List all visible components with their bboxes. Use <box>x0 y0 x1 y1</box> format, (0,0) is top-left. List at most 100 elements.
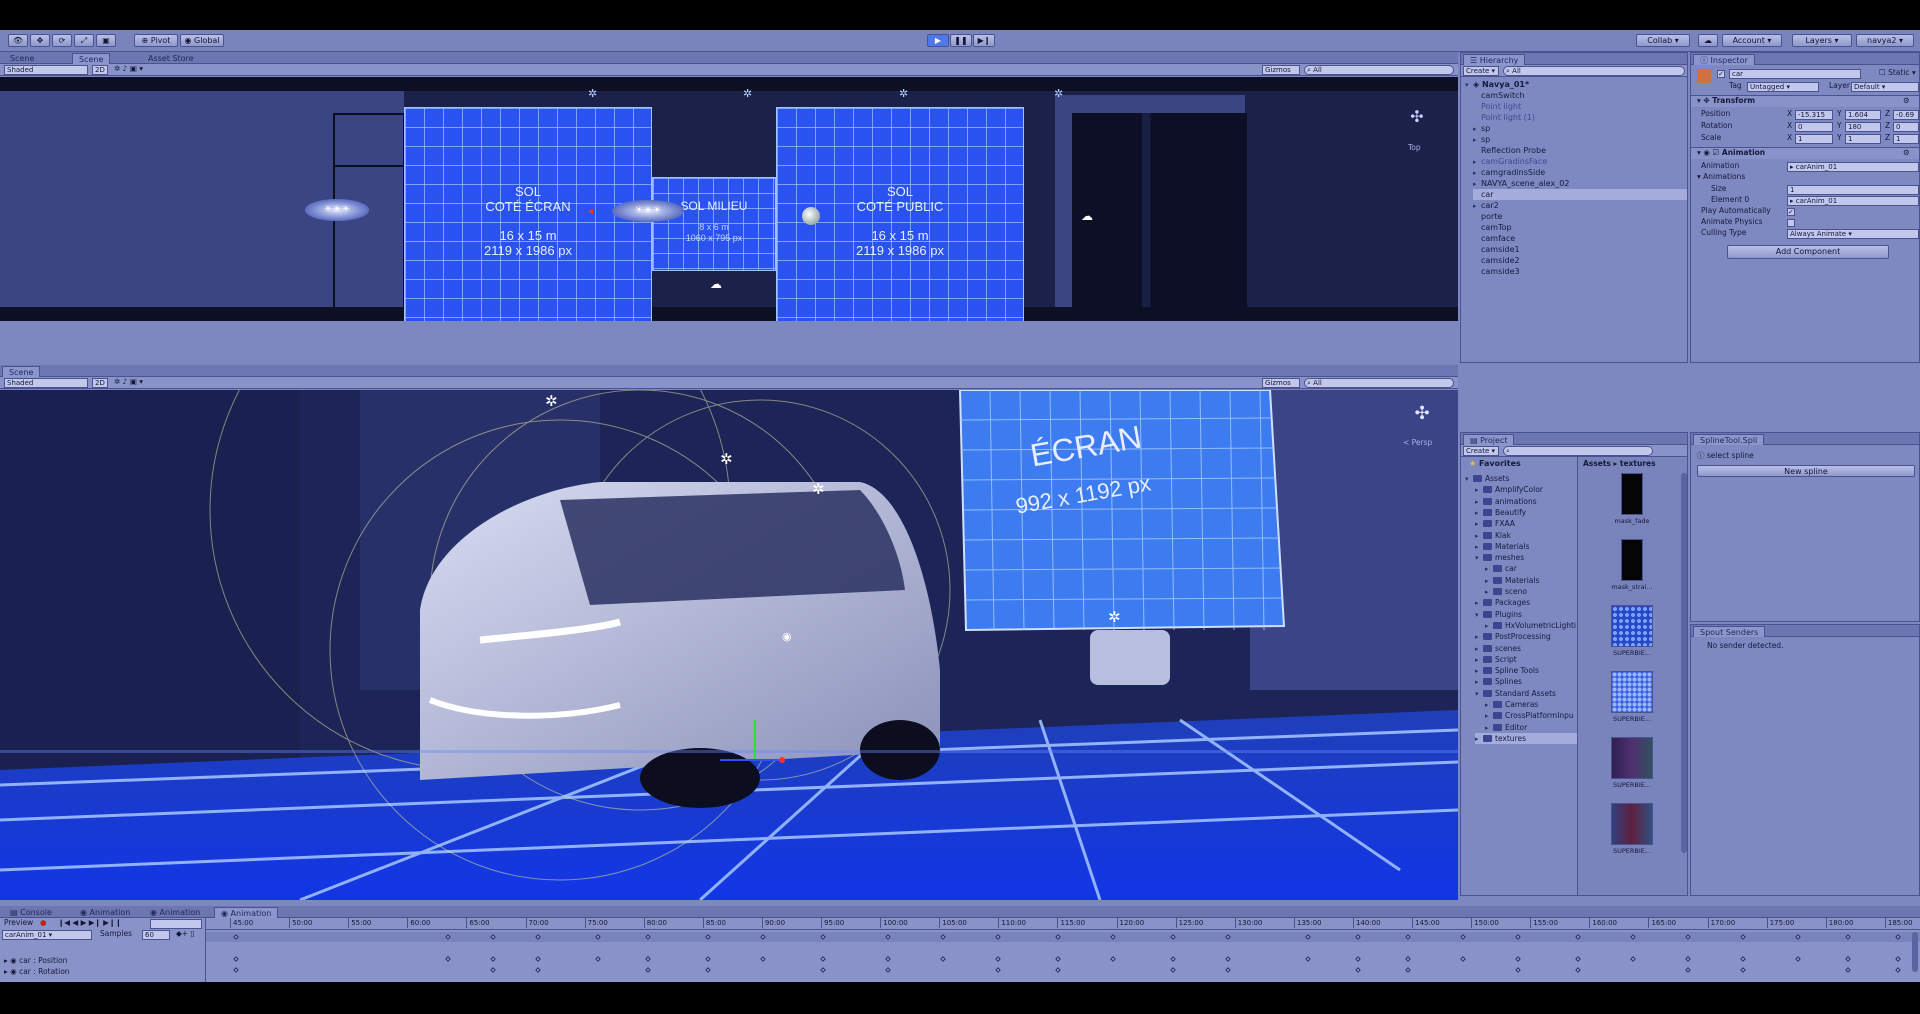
project-tree-item[interactable]: ▸ Packages <box>1475 597 1530 608</box>
bottom-shading-dropdown[interactable]: Shaded <box>4 378 88 388</box>
tab-animation-2[interactable]: ◉ Animation <box>144 907 206 918</box>
project-tree-item[interactable]: ▸ PostProcessing <box>1475 631 1551 642</box>
tab-scene-2[interactable]: Scene <box>72 53 111 64</box>
preview-toggle[interactable]: Preview <box>4 918 33 928</box>
project-tree-item[interactable]: ▾ Assets <box>1465 473 1509 484</box>
timeline-scrollbar[interactable] <box>1912 932 1918 972</box>
keyframe-diamond[interactable] <box>1225 956 1231 962</box>
active-checkbox[interactable]: ✓ <box>1717 70 1725 78</box>
frame-field[interactable] <box>150 919 202 929</box>
hierarchy-item[interactable]: ▸ camgradinsSide <box>1473 167 1687 178</box>
transform-arrow-icon[interactable]: ◂ <box>588 206 593 217</box>
project-tree-item[interactable]: ▾ Standard Assets <box>1475 688 1556 699</box>
pivot-toggle[interactable]: ⊕ Pivot <box>134 34 178 47</box>
project-tree-item[interactable]: ▸ Spline Tools <box>1475 665 1539 676</box>
keyframe-diamond[interactable] <box>705 967 711 973</box>
hierarchy-item[interactable]: Reflection Probe <box>1473 145 1687 156</box>
hierarchy-create-dropdown[interactable]: Create ▾ <box>1463 66 1499 76</box>
bottom-lighting-icon[interactable]: ✲ ♪ ▣ ▾ <box>114 377 143 387</box>
object-name-field[interactable]: car <box>1729 69 1861 79</box>
hierarchy-item[interactable]: ▸ NAVYA_scene_alex_02 <box>1473 178 1687 189</box>
top-lighting-icon[interactable]: ✲ ♪ ▣ ▾ <box>114 64 143 74</box>
top-gizmos-dropdown[interactable]: Gizmos <box>1262 65 1300 75</box>
tab-scene-1[interactable]: Scene <box>4 53 40 64</box>
hierarchy-item[interactable]: camSwitch <box>1473 90 1687 101</box>
bottom-scene-viewport[interactable]: ÉCRAN 992 x 1192 px ✲ ✲ ✲ ✲ ✲ ◉ ✣ < Pers… <box>0 390 1458 900</box>
project-breadcrumb[interactable]: Assets ▸ textures <box>1583 459 1656 469</box>
tag-dropdown[interactable]: Untagged ▾ <box>1747 82 1819 92</box>
bottom-2d-toggle[interactable]: 2D <box>92 378 108 388</box>
project-tree-item[interactable]: ▸ Splines <box>1475 676 1522 687</box>
project-search[interactable]: ⌕ <box>1503 446 1653 456</box>
hierarchy-item[interactable]: camside1 <box>1473 244 1687 255</box>
animations-label[interactable]: ▾ Animations <box>1697 172 1745 182</box>
tab-scene-bottom[interactable]: Scene <box>2 366 41 377</box>
hierarchy-item[interactable]: camside3 <box>1473 266 1687 277</box>
chevron-down-icon[interactable]: ▾ <box>1475 689 1483 700</box>
asset-thumbnail[interactable] <box>1621 473 1643 515</box>
anim-transport-buttons[interactable]: ❙◀ ◀ ▶ ▶❙ ▶❙❙ <box>58 918 122 928</box>
keyframe-diamond[interactable] <box>1405 967 1411 973</box>
project-tree-item[interactable]: ▸ Script <box>1475 654 1517 665</box>
keyframe-diamond[interactable] <box>885 956 891 962</box>
keyframe-diamond[interactable] <box>445 956 451 962</box>
size-field[interactable]: 1 <box>1787 185 1919 195</box>
rotation-y-field[interactable]: 180 <box>1845 122 1881 132</box>
project-tree-item[interactable]: ▸ car <box>1485 563 1517 574</box>
keyframe-diamond[interactable] <box>995 967 1001 973</box>
favorites-header[interactable]: ★ Favorites <box>1469 458 1521 469</box>
keyframe-diamond[interactable] <box>1795 956 1801 962</box>
hierarchy-item[interactable]: car <box>1473 189 1687 200</box>
tab-asset-store[interactable]: Asset Store <box>142 53 200 64</box>
rotation-z-field[interactable]: 0 <box>1893 122 1919 132</box>
light-gizmo-icon[interactable]: ✲ <box>1108 608 1121 626</box>
eye-gizmo-icon[interactable]: ◉ <box>782 630 792 643</box>
animate-physics-checkbox[interactable] <box>1787 219 1795 227</box>
hierarchy-item[interactable]: ▸ camGradinsFace <box>1473 156 1687 167</box>
record-button[interactable]: ● <box>40 918 47 928</box>
keyframe-diamond[interactable] <box>1110 956 1116 962</box>
keyframe-diamond[interactable] <box>1845 956 1851 962</box>
camera-gizmo-icon[interactable]: ☁ <box>710 277 722 291</box>
project-tree-item[interactable]: ▸ HxVolumetricLighti <box>1485 620 1576 631</box>
position-z-field[interactable]: -0.69 <box>1893 110 1919 120</box>
keyframe-diamond[interactable] <box>1460 956 1466 962</box>
light-gizmo-icon[interactable]: ✲ <box>720 450 733 468</box>
rotate-tool-button[interactable]: ⟳ <box>52 34 72 47</box>
expand-icon[interactable]: ▾ <box>1465 80 1473 91</box>
keyframe-diamond[interactable] <box>1055 956 1061 962</box>
tab-animation-1[interactable]: ◉ Animation <box>74 907 136 918</box>
asset-thumbnail[interactable] <box>1621 539 1643 581</box>
keyframe-diamond[interactable] <box>885 967 891 973</box>
rotation-x-field[interactable]: 0 <box>1795 122 1833 132</box>
hierarchy-item[interactable]: Point light (1) <box>1473 112 1687 123</box>
top-shading-dropdown[interactable]: Shaded <box>4 65 88 75</box>
asset-thumbnail[interactable] <box>1611 605 1653 647</box>
car2-top-gizmo[interactable]: ☀☀☀ <box>305 199 369 221</box>
light-gizmo-icon[interactable]: ✲ <box>1054 87 1063 100</box>
keyframe-diamond[interactable] <box>1575 956 1581 962</box>
bottom-orientation-gizmo[interactable]: ✣ <box>1400 396 1444 436</box>
light-gizmo-icon[interactable]: ✲ <box>743 87 752 100</box>
keyframe-diamond[interactable] <box>1895 956 1901 962</box>
keyframe-diamond[interactable] <box>1845 967 1851 973</box>
tab-spline-tool[interactable]: SplineTool.Spli <box>1693 434 1765 445</box>
keyframe-diamond[interactable] <box>820 967 826 973</box>
element0-field[interactable]: ▸ carAnim_01 <box>1787 196 1919 206</box>
keyframe-diamond[interactable] <box>233 967 239 973</box>
hierarchy-item[interactable]: porte <box>1473 211 1687 222</box>
project-tree-item[interactable]: ▸ Materials <box>1475 541 1529 552</box>
tab-animation-3[interactable]: ◉ Animation <box>214 907 279 918</box>
keyframe-diamond[interactable] <box>645 967 651 973</box>
add-component-button[interactable]: Add Component <box>1727 245 1889 259</box>
project-scrollbar[interactable] <box>1681 473 1687 853</box>
animation-settings-icon[interactable]: ⚙ <box>1903 148 1910 158</box>
static-checkbox[interactable]: ☐ Static ▾ <box>1879 68 1916 78</box>
step-button[interactable]: ▶❙ <box>973 34 995 47</box>
transform-settings-icon[interactable]: ⚙ <box>1903 96 1910 106</box>
asset-thumbnail[interactable] <box>1611 737 1653 779</box>
project-tree-item[interactable]: ▸ scenes <box>1475 643 1521 654</box>
bottom-gizmos-dropdown[interactable]: Gizmos <box>1262 378 1300 388</box>
asset-thumbnail[interactable] <box>1611 803 1653 845</box>
keyframe-diamond[interactable] <box>1355 956 1361 962</box>
